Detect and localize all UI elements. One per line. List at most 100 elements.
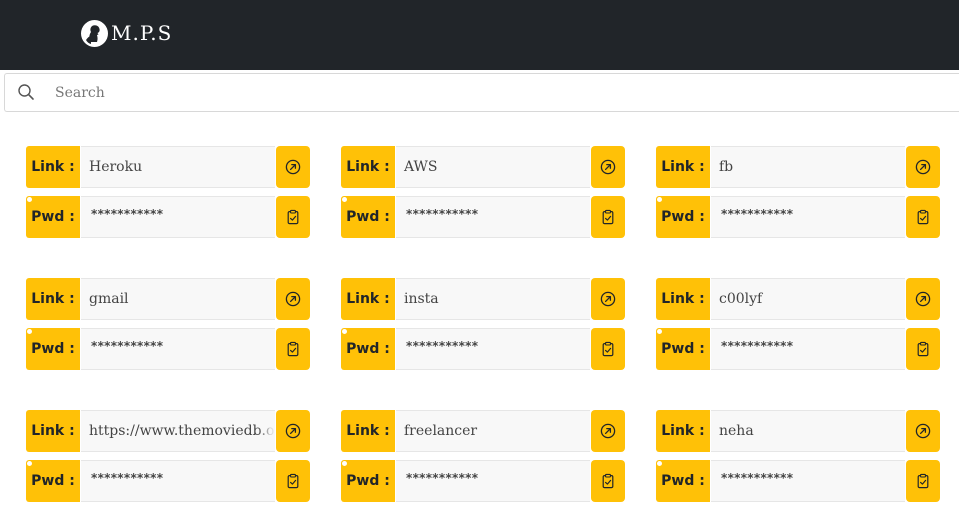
credential-card: Link : gmail Pwd : *********** <box>26 278 310 370</box>
open-link-button[interactable] <box>591 146 625 188</box>
open-link-button[interactable] <box>591 278 625 320</box>
password-field[interactable]: *********** <box>396 460 590 502</box>
pwd-label: Pwd : <box>656 460 710 502</box>
password-field[interactable]: *********** <box>81 328 275 370</box>
copy-password-button[interactable] <box>591 328 625 370</box>
password-row: Pwd : *********** <box>341 328 625 370</box>
credential-card: Link : Heroku Pwd : *********** <box>26 146 310 238</box>
pwd-label: Pwd : <box>26 328 80 370</box>
password-field[interactable]: *********** <box>81 196 275 238</box>
link-field[interactable]: insta <box>396 278 590 320</box>
link-field[interactable]: fb <box>711 146 905 188</box>
password-value: *********** <box>91 471 164 485</box>
open-link-button[interactable] <box>906 278 940 320</box>
password-field[interactable]: *********** <box>711 196 905 238</box>
arrow-up-right-circle-icon <box>915 159 931 175</box>
password-value: *********** <box>406 339 479 353</box>
link-field[interactable]: https://www.themoviedb.org <box>81 410 275 452</box>
link-label: Link : <box>656 278 710 320</box>
credential-card: Link : c00lyf Pwd : *********** <box>656 278 940 370</box>
copy-password-button[interactable] <box>906 328 940 370</box>
link-row: Link : gmail <box>26 278 310 320</box>
pwd-label: Pwd : <box>341 196 395 238</box>
credential-card: Link : https://www.themoviedb.org Pwd : ***… <box>26 410 310 502</box>
credential-card: Link : insta Pwd : *********** <box>341 278 625 370</box>
open-link-button[interactable] <box>276 146 310 188</box>
arrow-up-right-circle-icon <box>915 291 931 307</box>
clipboard-check-icon <box>600 341 616 357</box>
brand-name: M.P.S <box>111 21 173 45</box>
pwd-label: Pwd : <box>341 328 395 370</box>
copy-password-button[interactable] <box>276 196 310 238</box>
password-row: Pwd : *********** <box>26 460 310 502</box>
field-fade <box>257 279 275 319</box>
open-link-button[interactable] <box>906 146 940 188</box>
pwd-label: Pwd : <box>26 196 80 238</box>
password-row: Pwd : *********** <box>341 460 625 502</box>
search-input[interactable] <box>55 80 935 106</box>
link-row: Link : freelancer <box>341 410 625 452</box>
password-row: Pwd : *********** <box>26 196 310 238</box>
pwd-label: Pwd : <box>26 460 80 502</box>
password-field[interactable]: *********** <box>396 328 590 370</box>
password-field[interactable]: *********** <box>711 328 905 370</box>
clipboard-check-icon <box>600 473 616 489</box>
link-row: Link : https://www.themoviedb.org <box>26 410 310 452</box>
navbar: M.P.S <box>0 0 959 70</box>
password-field[interactable]: *********** <box>396 196 590 238</box>
link-field[interactable]: neha <box>711 410 905 452</box>
copy-password-button[interactable] <box>591 460 625 502</box>
field-fade <box>887 279 905 319</box>
arrow-up-right-circle-icon <box>285 291 301 307</box>
link-row: Link : Heroku <box>26 146 310 188</box>
link-field[interactable]: Heroku <box>81 146 275 188</box>
link-row: Link : AWS <box>341 146 625 188</box>
password-value: *********** <box>721 471 794 485</box>
open-link-button[interactable] <box>276 410 310 452</box>
link-field[interactable]: AWS <box>396 146 590 188</box>
open-link-button[interactable] <box>591 410 625 452</box>
clipboard-check-icon <box>915 341 931 357</box>
clipboard-check-icon <box>915 209 931 225</box>
link-field[interactable]: gmail <box>81 278 275 320</box>
copy-password-button[interactable] <box>906 460 940 502</box>
link-value: c00lyf <box>719 291 763 307</box>
copy-password-button[interactable] <box>276 460 310 502</box>
link-label: Link : <box>341 410 395 452</box>
field-fade <box>887 411 905 451</box>
link-value: freelancer <box>404 423 478 439</box>
password-field[interactable]: *********** <box>711 460 905 502</box>
arrow-up-right-circle-icon <box>915 423 931 439</box>
clipboard-check-icon <box>600 209 616 225</box>
search-bar <box>4 73 959 112</box>
credential-card: Link : freelancer Pwd : *********** <box>341 410 625 502</box>
pwd-label: Pwd : <box>341 460 395 502</box>
link-label: Link : <box>341 146 395 188</box>
link-value: neha <box>719 423 754 439</box>
copy-password-button[interactable] <box>906 196 940 238</box>
link-field[interactable]: freelancer <box>396 410 590 452</box>
password-value: *********** <box>91 339 164 353</box>
password-row: Pwd : *********** <box>341 196 625 238</box>
link-field[interactable]: c00lyf <box>711 278 905 320</box>
link-value: gmail <box>89 291 129 307</box>
open-link-button[interactable] <box>906 410 940 452</box>
link-label: Link : <box>656 146 710 188</box>
copy-password-button[interactable] <box>276 328 310 370</box>
password-row: Pwd : *********** <box>26 328 310 370</box>
link-row: Link : insta <box>341 278 625 320</box>
password-row: Pwd : *********** <box>656 196 940 238</box>
copy-password-button[interactable] <box>591 196 625 238</box>
clipboard-check-icon <box>915 473 931 489</box>
arrow-up-right-circle-icon <box>600 423 616 439</box>
link-value: insta <box>404 291 439 307</box>
field-fade <box>887 147 905 187</box>
link-label: Link : <box>656 410 710 452</box>
arrow-up-right-circle-icon <box>600 291 616 307</box>
open-link-button[interactable] <box>276 278 310 320</box>
clipboard-check-icon <box>285 473 301 489</box>
brand[interactable]: M.P.S <box>81 19 172 47</box>
credential-card: Link : AWS Pwd : *********** <box>341 146 625 238</box>
search-icon <box>17 83 35 101</box>
password-field[interactable]: *********** <box>81 460 275 502</box>
